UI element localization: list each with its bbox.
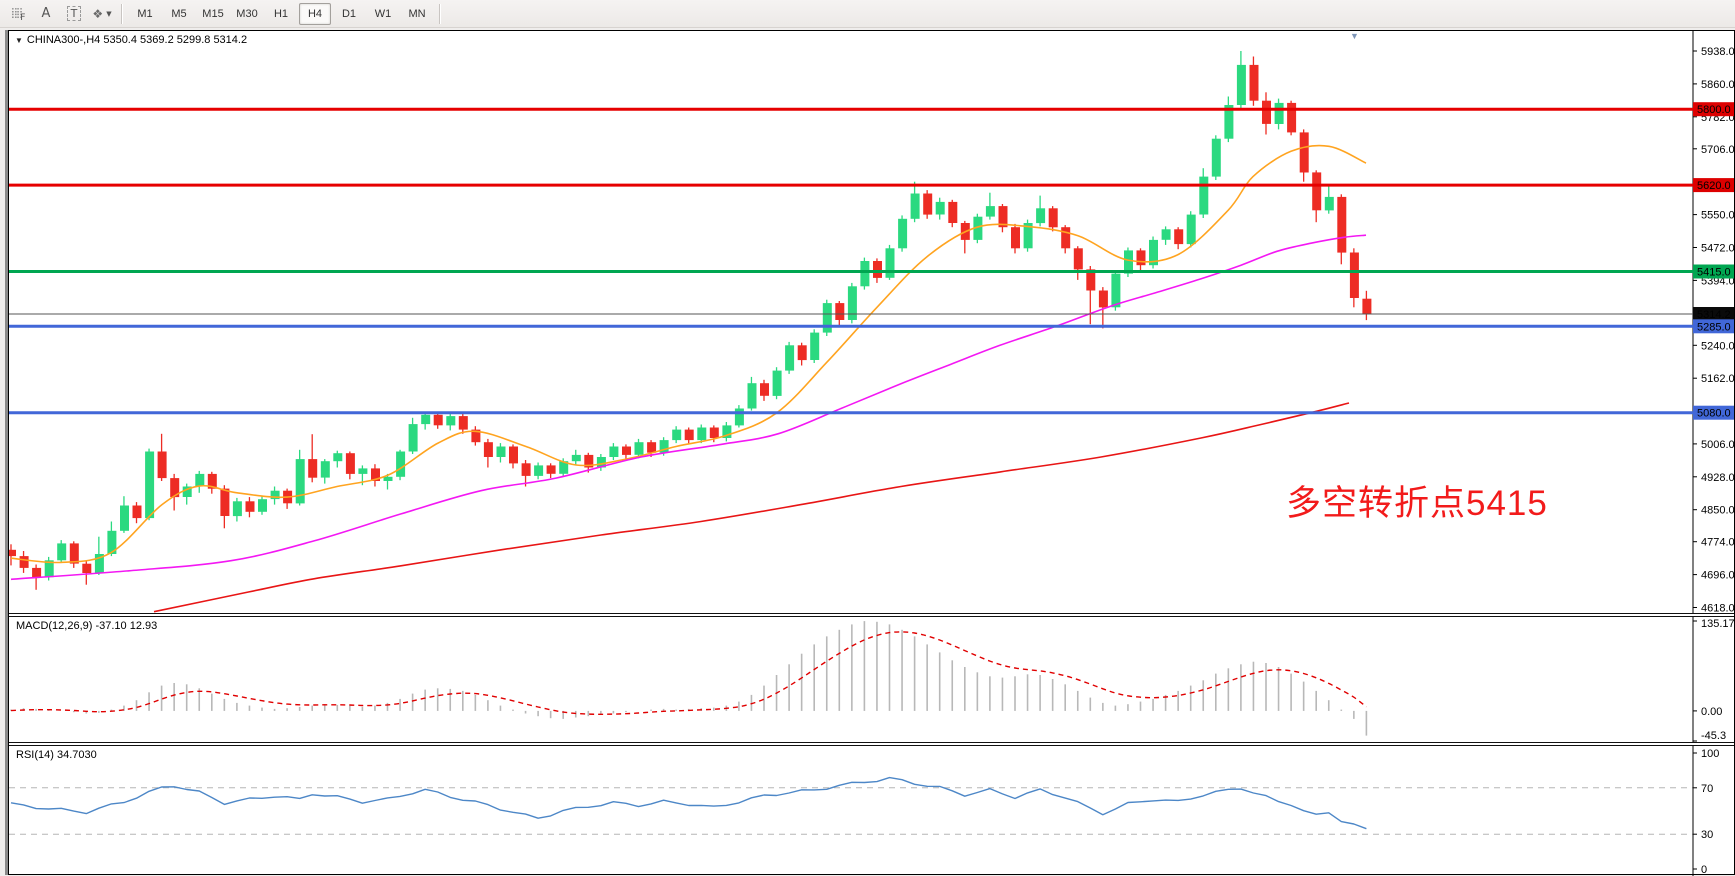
scroll-to-end-marker[interactable]: ▼ — [1350, 31, 1359, 41]
macd-label: MACD(12,26,9) -37.10 12.93 — [16, 620, 157, 632]
symbol-title: ▼CHINA300-,H4 5350.4 5369.2 5299.8 5314.… — [15, 34, 247, 46]
rsi-label: RSI(14) 34.7030 — [16, 749, 97, 761]
tf-button-h4[interactable]: H4 — [299, 3, 331, 25]
hline-resistance-5800[interactable]: 5800.0 — [9, 102, 1734, 116]
svg-text:30: 30 — [1701, 829, 1713, 841]
svg-text:0: 0 — [1701, 864, 1707, 876]
svg-text:5240.0: 5240.0 — [1701, 340, 1734, 352]
tf-button-h1[interactable]: H1 — [265, 3, 297, 25]
svg-text:5550.0: 5550.0 — [1701, 210, 1734, 222]
rsi-axis: 100 70 30 0 — [1693, 746, 1719, 876]
annotation-text: 多空转折点5415 — [1286, 475, 1548, 526]
svg-text:100: 100 — [1701, 748, 1719, 760]
svg-text:5162.0: 5162.0 — [1701, 373, 1734, 385]
hline-support-5285[interactable]: 5285.0 — [9, 319, 1734, 333]
tf-button-m30[interactable]: M30 — [231, 3, 263, 25]
svg-text:5285.0: 5285.0 — [1697, 321, 1731, 333]
svg-text:4774.0: 4774.0 — [1701, 537, 1734, 549]
tf-button-m1[interactable]: M1 — [129, 3, 161, 25]
shapes-icon: ❖ — [92, 7, 103, 21]
svg-text:70: 70 — [1701, 783, 1713, 795]
ma-fast-orange — [11, 146, 1366, 563]
timeframe-toolbar: M1M5M15M30H1H4D1W1MN — [128, 3, 434, 25]
template-grid-button[interactable]: ⣿⣿F — [5, 2, 31, 26]
svg-text:-45.3: -45.3 — [1701, 730, 1726, 742]
toolbar-separator — [121, 4, 123, 24]
rsi-levels — [9, 788, 1693, 834]
svg-text:5080.0: 5080.0 — [1697, 408, 1731, 420]
tf-button-m15[interactable]: M15 — [197, 3, 229, 25]
macd-panel[interactable]: 135.17 0.00 -45.3 — [9, 617, 1734, 742]
svg-text:4850.0: 4850.0 — [1701, 505, 1734, 517]
tf-button-d1[interactable]: D1 — [333, 3, 365, 25]
svg-text:5800.0: 5800.0 — [1697, 104, 1731, 116]
candles — [9, 51, 1371, 590]
tf-button-w1[interactable]: W1 — [367, 3, 399, 25]
rsi-panel[interactable]: 100 70 30 0 — [9, 746, 1734, 876]
hline-last-price-line[interactable]: 5314.2 — [9, 307, 1734, 321]
shapes-button[interactable]: ❖ ▼ — [89, 2, 115, 26]
font-a-icon: A — [42, 6, 51, 21]
svg-text:4696.0: 4696.0 — [1701, 570, 1734, 582]
svg-text:5314.2: 5314.2 — [1697, 309, 1731, 321]
svg-text:4618.0: 4618.0 — [1701, 603, 1734, 614]
tf-button-m5[interactable]: M5 — [163, 3, 195, 25]
svg-text:5415.0: 5415.0 — [1697, 267, 1731, 279]
tf-button-mn[interactable]: MN — [401, 3, 433, 25]
font-button[interactable]: A — [33, 2, 59, 26]
svg-text:5472.0: 5472.0 — [1701, 243, 1734, 255]
text-label-button[interactable]: T — [61, 2, 87, 26]
macd-signal-line — [11, 632, 1366, 714]
chart-window: 5938.05860.05782.05706.05550.05472.05394… — [8, 30, 1735, 875]
macd-axis: 135.17 0.00 -45.3 — [1693, 617, 1734, 742]
macd-histogram — [11, 621, 1366, 736]
svg-text:5938.0: 5938.0 — [1701, 46, 1734, 58]
svg-text:5006.0: 5006.0 — [1701, 439, 1734, 451]
svg-text:5706.0: 5706.0 — [1701, 144, 1734, 156]
toolbar-separator — [439, 4, 441, 24]
hline-resistance-5620[interactable]: 5620.0 — [9, 178, 1734, 192]
svg-text:0.00: 0.00 — [1701, 706, 1722, 718]
text-t-icon: T — [67, 6, 82, 21]
svg-text:5860.0: 5860.0 — [1701, 79, 1734, 91]
hline-pivot-5415[interactable]: 5415.0 — [9, 265, 1734, 279]
toolbar: ⣿⣿F A T ❖ ▼ M1M5M15M30H1H4D1W1MN — [0, 0, 1735, 28]
ma-mid-magenta — [11, 235, 1366, 579]
ma-slow-red — [154, 403, 1349, 612]
chart-dropdown-icon[interactable]: ▼ — [15, 36, 23, 45]
chevron-down-icon: ▼ — [106, 10, 111, 18]
rsi-line — [11, 778, 1366, 829]
svg-text:135.17: 135.17 — [1701, 618, 1734, 630]
svg-text:5620.0: 5620.0 — [1697, 180, 1731, 192]
hline-support-5080[interactable]: 5080.0 — [9, 406, 1734, 420]
svg-text:4928.0: 4928.0 — [1701, 472, 1734, 484]
